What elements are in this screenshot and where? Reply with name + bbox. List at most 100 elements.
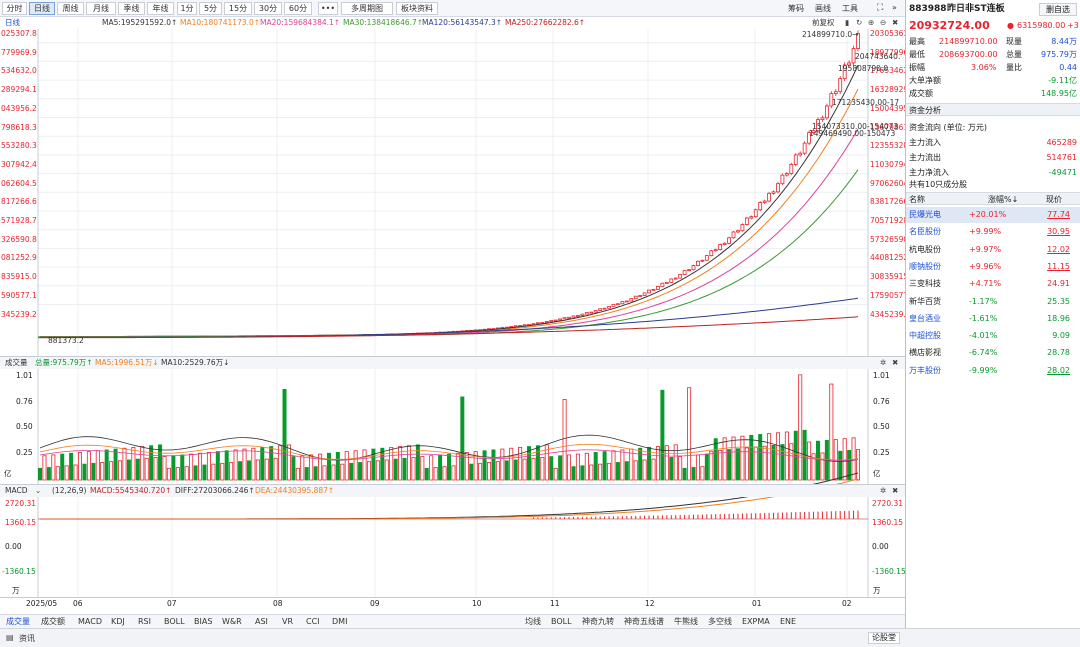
chevron-down-icon[interactable]: ⌄ (35, 485, 41, 497)
member-row[interactable]: 新华百货 -1.17% 25.35 (909, 294, 1077, 310)
news-icon[interactable]: ▤ (6, 633, 14, 642)
sector-info-button[interactable]: 板块资料 (396, 2, 438, 15)
col-price[interactable]: 现价 (1046, 193, 1062, 206)
member-name[interactable]: 民爆光电 (909, 207, 941, 223)
more-periods-button[interactable]: ••• (318, 2, 338, 15)
member-name[interactable]: 三变科技 (909, 276, 941, 292)
tab-vr[interactable]: VR (282, 616, 293, 628)
tab-dmi[interactable]: DMI (332, 616, 347, 628)
member-row[interactable]: 名臣股份 +9.99% 30.95 (909, 224, 1077, 240)
member-name[interactable]: 皇台酒业 (909, 311, 941, 327)
member-name[interactable]: 万丰股份 (909, 363, 941, 379)
tab-30min[interactable]: 30分 (254, 2, 282, 15)
news-tab[interactable]: 资讯 (19, 633, 35, 644)
tab-magic-five[interactable]: 神奇五线谱 (624, 616, 664, 628)
date-tick: 12 (645, 599, 655, 608)
macd-title[interactable]: MACD (5, 485, 27, 497)
forum-button[interactable]: 论股堂 (868, 632, 900, 644)
tab-kdj[interactable]: KDJ (111, 616, 125, 628)
members-title: 共有10只成分股 (909, 180, 968, 189)
tab-quarterly[interactable]: 季线 (118, 2, 145, 15)
tab-15min[interactable]: 15分 (224, 2, 252, 15)
lock-icon[interactable]: ▮ (845, 17, 849, 29)
col-name[interactable]: 名称 (909, 193, 925, 206)
volume-tick-left: 0.50 (16, 422, 33, 431)
volume-tick-right: 0.50 (873, 422, 890, 431)
macd-header: MACD ⌄ (12,26,9) MACD:5545340.720↑ DIFF:… (0, 485, 905, 497)
tab-long-short[interactable]: 多空线 (708, 616, 732, 628)
close-icon[interactable]: ✖ (892, 357, 898, 369)
settings-icon[interactable]: ✲ (880, 485, 886, 497)
close-icon[interactable]: ✖ (892, 485, 898, 497)
volume-tick-right: 0.25 (873, 447, 890, 457)
adjust-mode[interactable]: 前复权 (812, 17, 835, 29)
tab-magic-nine[interactable]: 神奇九转 (582, 616, 614, 628)
tools-link[interactable]: 工具 (842, 3, 858, 14)
tab-expma[interactable]: EXPMA (742, 616, 770, 628)
tab-boll-overlay[interactable]: BOLL (551, 616, 572, 628)
tab-asi[interactable]: ASI (255, 616, 268, 628)
price-change-pct: +3 (1067, 21, 1079, 30)
member-row[interactable]: 杭电股份 +9.97% 12.02 (909, 242, 1077, 258)
ma-legend: 日线 MA5:195291592.0↑ MA10:180741173.0↑ MA… (0, 17, 905, 29)
member-price: 28.02 (1047, 365, 1070, 375)
member-name[interactable]: 中超控股 (909, 328, 941, 344)
member-row[interactable]: 皇台酒业 -1.61% 18.96 (909, 311, 1077, 327)
chips-link[interactable]: 筹码 (788, 3, 804, 14)
tab-yearly[interactable]: 年线 (147, 2, 174, 15)
member-name[interactable]: 杭电股份 (909, 242, 941, 258)
tab-cci[interactable]: CCI (306, 616, 320, 628)
member-name[interactable]: 横店影视 (909, 345, 941, 361)
draw-line-link[interactable]: 画线 (815, 3, 831, 14)
tab-60min[interactable]: 60分 (284, 2, 312, 15)
member-name[interactable]: 新华百货 (909, 294, 941, 310)
close-icon[interactable]: ✖ (892, 17, 898, 29)
tab-1min[interactable]: 1分 (177, 2, 197, 15)
price-tick-right: 12355328 (870, 141, 909, 151)
tab-volume[interactable]: 成交量 (6, 616, 30, 628)
date-tick: 07 (167, 599, 177, 608)
member-name[interactable]: 名臣股份 (909, 224, 941, 240)
tab-boll[interactable]: BOLL (164, 616, 185, 628)
tab-intraday[interactable]: 分时 (2, 2, 27, 15)
tab-bull-bear[interactable]: 牛熊线 (674, 616, 698, 628)
zoom-in-icon[interactable]: ⊕ (868, 17, 874, 29)
member-row[interactable]: 顺钠股份 +9.96% 11.15 (909, 259, 1077, 275)
price-tick-left: 307942.4 (1, 159, 37, 169)
tab-rsi[interactable]: RSI (138, 616, 151, 628)
remove-favorite-button[interactable]: 删自选 (1039, 3, 1077, 16)
macd-tick-left: 1360.15 (5, 518, 37, 527)
member-row[interactable]: 横店影视 -6.74% 28.78 (909, 345, 1077, 361)
collapse-icon[interactable]: » (892, 3, 897, 12)
tab-ma[interactable]: 均线 (525, 616, 541, 628)
member-row[interactable]: 万丰股份 -9.99% 28.02 (909, 363, 1077, 379)
price-change: 6315980.00 (1017, 21, 1066, 30)
member-pct: +9.97% (969, 244, 1002, 254)
zoom-out-icon[interactable]: ⊖ (880, 17, 886, 29)
tab-weekly[interactable]: 周线 (57, 2, 84, 15)
tab-macd[interactable]: MACD (78, 616, 102, 628)
volume-ma10: MA10:2529.76万↓ (161, 358, 230, 367)
settings-icon[interactable]: ✲ (880, 357, 886, 369)
date-axis: 2025/05 06 07 08 09 10 11 12 01 02 (0, 599, 905, 611)
member-row[interactable]: 中超控股 -4.01% 9.09 (909, 328, 1077, 344)
member-row[interactable]: 三变科技 +4.71% 24.91 (909, 276, 1077, 292)
member-row[interactable]: 民爆光电 +20.01% 77.74 (906, 207, 1080, 223)
member-name[interactable]: 顺钠股份 (909, 259, 941, 275)
tab-turnover[interactable]: 成交额 (41, 616, 65, 628)
tab-5min[interactable]: 5分 (199, 2, 222, 15)
tab-bias[interactable]: BIAS (194, 616, 212, 628)
annotation-3: 171235430.00-17 (832, 98, 900, 107)
volume-total: 总量:975.79万↑ (35, 358, 93, 367)
tab-wr[interactable]: W&R (222, 616, 242, 628)
fullscreen-icon[interactable]: ⛶ (877, 3, 883, 13)
last-price: 20932724.00 (909, 19, 990, 32)
multi-period-button[interactable]: 多周期图 (341, 2, 393, 15)
tab-ene[interactable]: ENE (780, 616, 796, 628)
fund-value: 465289 (1046, 138, 1077, 147)
refresh-icon[interactable]: ↻ (856, 17, 862, 29)
tab-daily[interactable]: 日线 (29, 2, 55, 15)
price-tick-left: 534632.0 (1, 66, 37, 76)
tab-monthly[interactable]: 月线 (86, 2, 116, 15)
col-pct[interactable]: 涨幅%↓ (988, 193, 1018, 206)
